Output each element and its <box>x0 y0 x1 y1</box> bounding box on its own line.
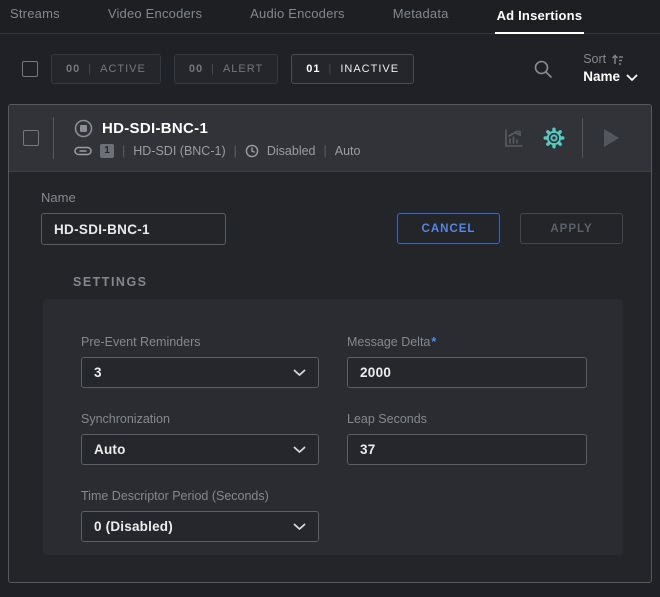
sub-divider: | <box>122 144 125 158</box>
select-all-checkbox[interactable] <box>22 61 38 77</box>
play-icon <box>601 127 621 149</box>
time-descriptor-period-select[interactable]: 0 (Disabled) <box>81 511 319 542</box>
field-pre-event-reminders: Pre-Event Reminders 3 <box>81 335 319 388</box>
filter-active-button[interactable]: 00 | ACTIVE <box>51 54 161 84</box>
sort-value: Name <box>583 69 620 86</box>
start-button[interactable] <box>591 127 631 149</box>
device-card-header: HD-SDI-BNC-1 1 | HD-SDI (BNC-1) | Disabl… <box>9 105 651 172</box>
field-synchronization: Synchronization Auto <box>81 412 319 465</box>
search-icon <box>533 59 553 79</box>
device-status-icon <box>74 119 93 138</box>
leap-seconds-input[interactable] <box>347 434 587 465</box>
time-descriptor-period-label: Time Descriptor Period (Seconds) <box>81 489 319 503</box>
filter-divider: | <box>88 63 92 75</box>
pre-event-reminders-value: 3 <box>94 365 293 380</box>
apply-button[interactable]: APPLY <box>520 213 623 244</box>
chevron-down-icon <box>293 369 306 377</box>
alert-label: ALERT <box>223 63 263 75</box>
active-label: ACTIVE <box>100 63 146 75</box>
inactive-label: INACTIVE <box>340 63 399 75</box>
filter-divider: | <box>211 63 215 75</box>
chevron-down-icon <box>293 523 306 531</box>
filter-divider: | <box>328 63 332 75</box>
name-input[interactable] <box>41 213 226 245</box>
pre-event-reminders-label: Pre-Event Reminders <box>81 335 319 349</box>
leap-seconds-label: Leap Seconds <box>347 412 587 426</box>
synchronization-value: Auto <box>94 442 293 457</box>
filter-toolbar: 00 | ACTIVE 00 | ALERT 01 | INACTIVE Sor… <box>0 34 660 104</box>
search-button[interactable] <box>533 59 553 79</box>
tab-metadata[interactable]: Metadata <box>391 6 451 33</box>
filter-alert-button[interactable]: 00 | ALERT <box>174 54 278 84</box>
device-card: HD-SDI-BNC-1 1 | HD-SDI (BNC-1) | Disabl… <box>8 104 652 583</box>
active-count: 00 <box>66 63 80 75</box>
field-time-descriptor-period: Time Descriptor Period (Seconds) 0 (Disa… <box>81 489 319 542</box>
settings-button[interactable] <box>534 124 574 152</box>
sort-label: Sort <box>583 52 606 68</box>
sub-divider: | <box>234 144 237 158</box>
header-divider <box>53 117 54 159</box>
synchronization-label: Synchronization <box>81 412 319 426</box>
chart-icon <box>503 127 525 149</box>
schedule-clock-icon <box>245 144 259 158</box>
field-message-delta: Message Delta* <box>347 335 587 388</box>
device-mode: Auto <box>335 144 361 158</box>
device-interface: HD-SDI (BNC-1) <box>133 144 225 158</box>
name-label: Name <box>41 190 226 205</box>
statistics-button[interactable] <box>494 127 534 149</box>
required-asterisk: * <box>431 335 436 349</box>
inactive-count: 01 <box>306 63 320 75</box>
tab-ad-insertions[interactable]: Ad Insertions <box>495 8 585 34</box>
message-delta-input[interactable] <box>347 357 587 388</box>
gear-icon <box>540 124 568 152</box>
pre-event-reminders-select[interactable]: 3 <box>81 357 319 388</box>
port-number-badge: 1 <box>100 144 114 158</box>
device-checkbox[interactable] <box>23 130 39 146</box>
sub-divider: | <box>324 144 327 158</box>
filter-inactive-button[interactable]: 01 | INACTIVE <box>291 54 414 84</box>
tab-video-encoders[interactable]: Video Encoders <box>106 6 204 33</box>
icons-divider <box>582 118 583 158</box>
field-leap-seconds: Leap Seconds <box>347 412 587 465</box>
alert-count: 00 <box>189 63 203 75</box>
tab-audio-encoders[interactable]: Audio Encoders <box>248 6 347 33</box>
sort-ascending-icon <box>611 53 624 66</box>
bnc-port-icon <box>74 146 92 156</box>
cancel-button[interactable]: CANCEL <box>397 213 500 244</box>
synchronization-select[interactable]: Auto <box>81 434 319 465</box>
message-delta-label: Message Delta* <box>347 335 587 349</box>
settings-heading: SETTINGS <box>73 275 623 289</box>
schedule-status: Disabled <box>267 144 316 158</box>
time-descriptor-period-value: 0 (Disabled) <box>94 519 293 534</box>
tab-streams[interactable]: Streams <box>8 6 62 33</box>
settings-panel: Pre-Event Reminders 3 Message Delta* Syn… <box>43 299 623 555</box>
top-tab-bar: Streams Video Encoders Audio Encoders Me… <box>0 0 660 34</box>
chevron-down-icon <box>293 446 306 454</box>
device-title: HD-SDI-BNC-1 <box>102 120 208 137</box>
chevron-down-icon <box>626 74 638 82</box>
sort-control[interactable]: Sort Name <box>583 52 638 87</box>
